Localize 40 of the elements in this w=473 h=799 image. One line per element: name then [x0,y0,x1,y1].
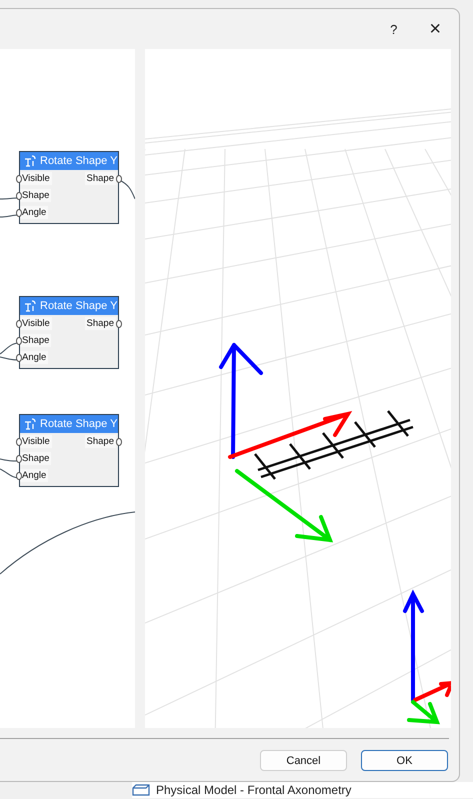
port-icon[interactable] [16,320,22,328]
input-label: Shape [20,189,52,202]
node-title: Rotate Shape Y [40,155,118,167]
dialog-button[interactable]: OK [361,750,448,771]
port-icon[interactable] [116,438,122,446]
output-label: Shape [84,317,116,330]
port-icon[interactable] [16,472,22,480]
input-label: Shape [20,452,52,465]
rotate-icon [24,300,36,312]
close-button[interactable]: × [425,18,445,40]
input-label: Angle [20,469,48,482]
box-icon [132,784,150,796]
port-icon[interactable] [16,336,22,344]
port-icon[interactable] [116,174,122,182]
node-card[interactable]: Rotate Shape Y Visible Shape Shape Angle [19,414,119,487]
input-label: Shape [20,334,52,347]
output-label: Shape [84,172,116,185]
port-icon[interactable] [16,354,22,362]
rotate-icon [24,418,36,430]
node-card[interactable]: Rotate Shape Y Visible Shape Shape Angle [19,151,119,224]
dialog-button[interactable]: Cancel [260,750,347,771]
node-title: Rotate Shape Y [40,300,118,312]
port-icon[interactable] [16,438,22,446]
output-label: Shape [84,435,116,448]
rotate-icon [24,155,36,167]
port-icon[interactable] [116,320,122,328]
port-icon[interactable] [16,208,22,216]
wire [118,180,135,200]
node-title: Rotate Shape Y [40,418,118,430]
port-icon[interactable] [16,454,22,462]
input-label: Angle [20,206,48,219]
port-icon[interactable] [16,192,22,200]
port-icon[interactable] [16,174,22,182]
wire [0,342,20,354]
node-card[interactable]: Rotate Shape Y Visible Shape Shape Angle [19,296,119,369]
help-button[interactable]: ? [386,22,402,36]
input-label: Visible [20,317,52,330]
input-label: Angle [20,351,48,364]
input-label: Visible [20,172,52,185]
input-label: Visible [20,435,52,448]
